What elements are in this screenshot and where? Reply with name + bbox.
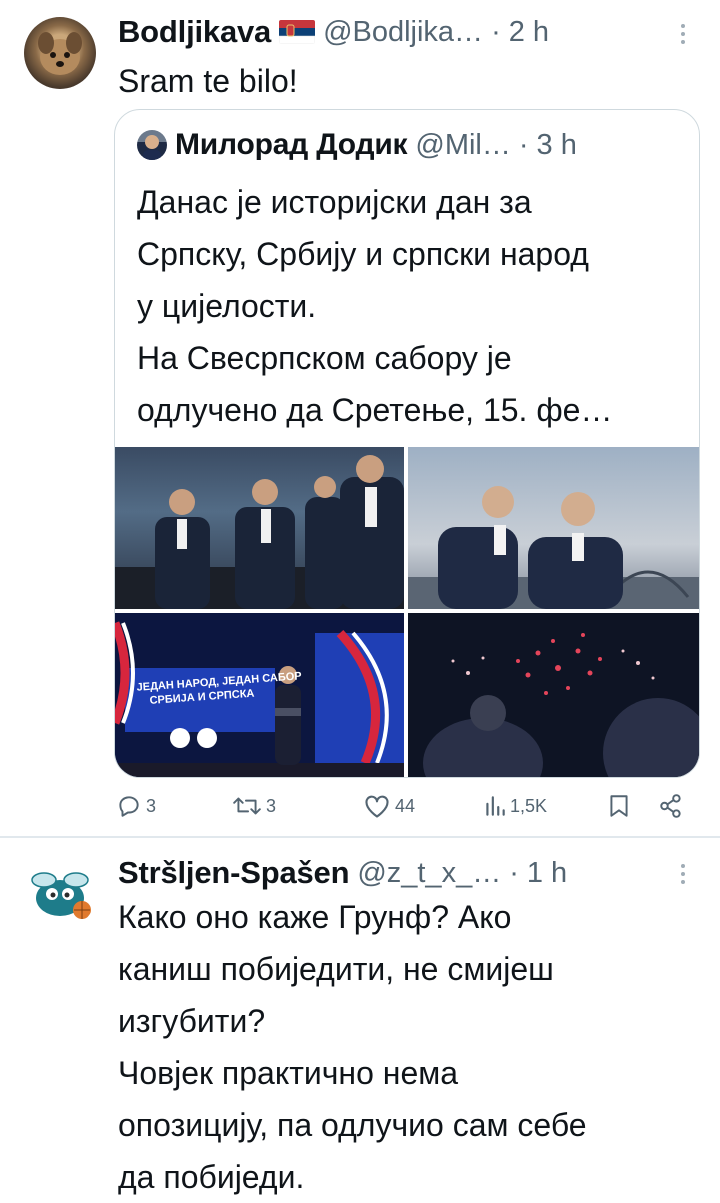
photo-2-image bbox=[408, 486, 699, 609]
quoted-tweet-card[interactable]: Милорад Додик @Mil… · 3 h Данас је истор… bbox=[114, 109, 700, 778]
quote-display-name[interactable]: Милорад Додик bbox=[175, 128, 408, 162]
avatar-bodljikava[interactable] bbox=[24, 17, 96, 89]
reply-count: 3 bbox=[146, 795, 157, 816]
photo-1-image bbox=[115, 455, 404, 609]
bookmark-icon bbox=[610, 795, 628, 817]
photo-4[interactable] bbox=[408, 613, 699, 777]
views-count: 1,5K bbox=[510, 795, 548, 816]
like-button[interactable]: 44 bbox=[363, 793, 415, 819]
avatar-dodik[interactable] bbox=[137, 130, 167, 160]
dog-avatar-image bbox=[38, 32, 82, 75]
photo-3[interactable]: ЈЕДАН НАРОД, ЈЕДАН САБОР СРБИЈА И СРПСКА bbox=[115, 613, 404, 777]
person-avatar-image bbox=[143, 135, 161, 160]
bookmark-button[interactable] bbox=[608, 793, 630, 824]
tweet-divider bbox=[0, 836, 720, 838]
quote-timestamp[interactable]: 3 h bbox=[537, 129, 577, 162]
separator-dot: · bbox=[491, 15, 501, 48]
reply-button[interactable]: 3 bbox=[116, 793, 156, 819]
repost-count: 3 bbox=[266, 795, 277, 816]
user-handle[interactable]: @Bodljika… bbox=[323, 16, 483, 49]
timestamp[interactable]: 2 h bbox=[509, 16, 549, 49]
quote-header: Милорад Додик @Mil… · 3 h bbox=[137, 128, 577, 162]
tweet-text: Sram te bilo! bbox=[118, 63, 298, 99]
hornet-avatar-image bbox=[31, 872, 91, 919]
more-options-icon[interactable] bbox=[680, 24, 686, 48]
avatar-strsljen[interactable] bbox=[24, 858, 96, 930]
photo-2[interactable] bbox=[408, 447, 699, 609]
tweet1-header: Bodljikava @Bodljika… · 2 h bbox=[118, 14, 549, 50]
reply-icon bbox=[119, 796, 139, 817]
photo-4-image bbox=[408, 613, 699, 777]
display-name[interactable]: Stršljen-Spašen bbox=[118, 855, 350, 891]
photo-1[interactable] bbox=[115, 447, 404, 609]
serbia-flag-icon bbox=[279, 20, 316, 44]
views-button[interactable]: 1,5K bbox=[484, 793, 547, 819]
share-button[interactable] bbox=[658, 792, 684, 825]
more-options-icon[interactable] bbox=[680, 864, 686, 888]
tweet-text: Како оно каже Грунф? Ако каниш побиједит… bbox=[118, 899, 587, 1195]
like-count: 44 bbox=[395, 795, 416, 816]
separator-dot: · bbox=[509, 856, 519, 889]
views-icon bbox=[486, 796, 505, 816]
user-handle[interactable]: @z_t_x_… bbox=[357, 857, 501, 890]
share-icon bbox=[660, 794, 681, 818]
repost-button[interactable]: 3 bbox=[232, 793, 276, 819]
tweet2-header: Stršljen-Spašen @z_t_x_… · 1 h bbox=[118, 855, 567, 891]
quote-handle[interactable]: @Mil… bbox=[415, 129, 510, 162]
timestamp[interactable]: 1 h bbox=[527, 857, 567, 890]
quote-text: Данас је историјски дан за Српску, Србиј… bbox=[137, 184, 613, 428]
display-name[interactable]: Bodljikava bbox=[118, 14, 271, 50]
separator-dot: · bbox=[518, 128, 529, 161]
heart-icon bbox=[365, 795, 389, 818]
repost-icon bbox=[233, 797, 261, 815]
